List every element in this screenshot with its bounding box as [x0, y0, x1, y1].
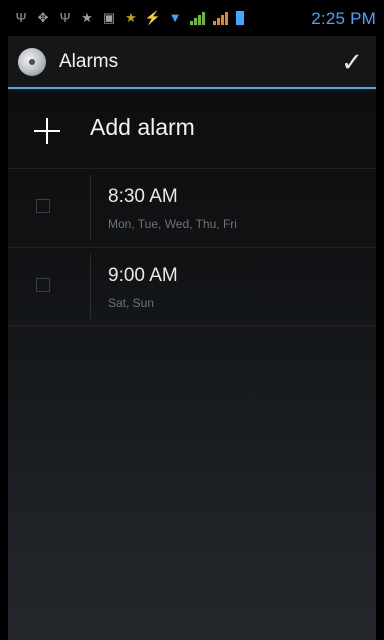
image-icon: ▣: [102, 10, 116, 25]
action-bar-divider: [8, 87, 376, 89]
check-icon: ✓: [341, 46, 363, 77]
alarm-time: 9:00 AM: [108, 265, 178, 286]
clock-app-icon[interactable]: [18, 48, 46, 76]
add-alarm-label: Add alarm: [90, 114, 195, 140]
battery-icon: [236, 11, 244, 25]
alarm-days: Sat, Sun: [108, 296, 155, 310]
screen: Ψ ✥ Ψ ★ ▣ ★ ⚡ ▼ 2:25 PM Alarms ✓ Add ala…: [8, 0, 376, 640]
list-item[interactable]: 9:00 AM Sat, Sun: [8, 247, 376, 326]
wifi-icon: ▼: [168, 10, 182, 25]
signal-icon: [190, 11, 205, 25]
page-title: Alarms: [59, 51, 119, 72]
status-time: 2:25 PM: [311, 9, 376, 28]
list-item[interactable]: 8:30 AM Mon, Tue, Wed, Thu, Fri: [8, 168, 376, 247]
divider: [90, 254, 91, 319]
notification-star-icon: ★: [81, 10, 93, 25]
done-button[interactable]: ✓: [336, 46, 368, 78]
no-vibrate-icon: ⚡: [144, 10, 162, 25]
alarm-time: 8:30 AM: [108, 186, 178, 207]
alarm-days: Mon, Tue, Wed, Thu, Fri: [108, 217, 237, 231]
usb-icon: Ψ: [59, 10, 71, 25]
action-bar: Alarms ✓: [8, 36, 376, 88]
status-icons: Ψ ✥ Ψ ★ ▣ ★ ⚡ ▼: [14, 8, 244, 28]
android-debug-icon: ✥: [37, 10, 49, 25]
alarm-enabled-checkbox[interactable]: [36, 278, 50, 292]
signal-icon: [213, 11, 228, 25]
alarm-enabled-checkbox[interactable]: [36, 199, 50, 213]
alarm-list: 8:30 AM Mon, Tue, Wed, Thu, Fri 9:00 AM …: [8, 168, 376, 326]
usb-icon: Ψ: [15, 10, 27, 25]
plus-icon: [34, 118, 60, 144]
star-icon: ★: [125, 10, 137, 25]
add-alarm-button[interactable]: Add alarm: [8, 92, 376, 164]
divider: [90, 175, 91, 240]
status-bar: Ψ ✥ Ψ ★ ▣ ★ ⚡ ▼ 2:25 PM: [8, 0, 376, 36]
